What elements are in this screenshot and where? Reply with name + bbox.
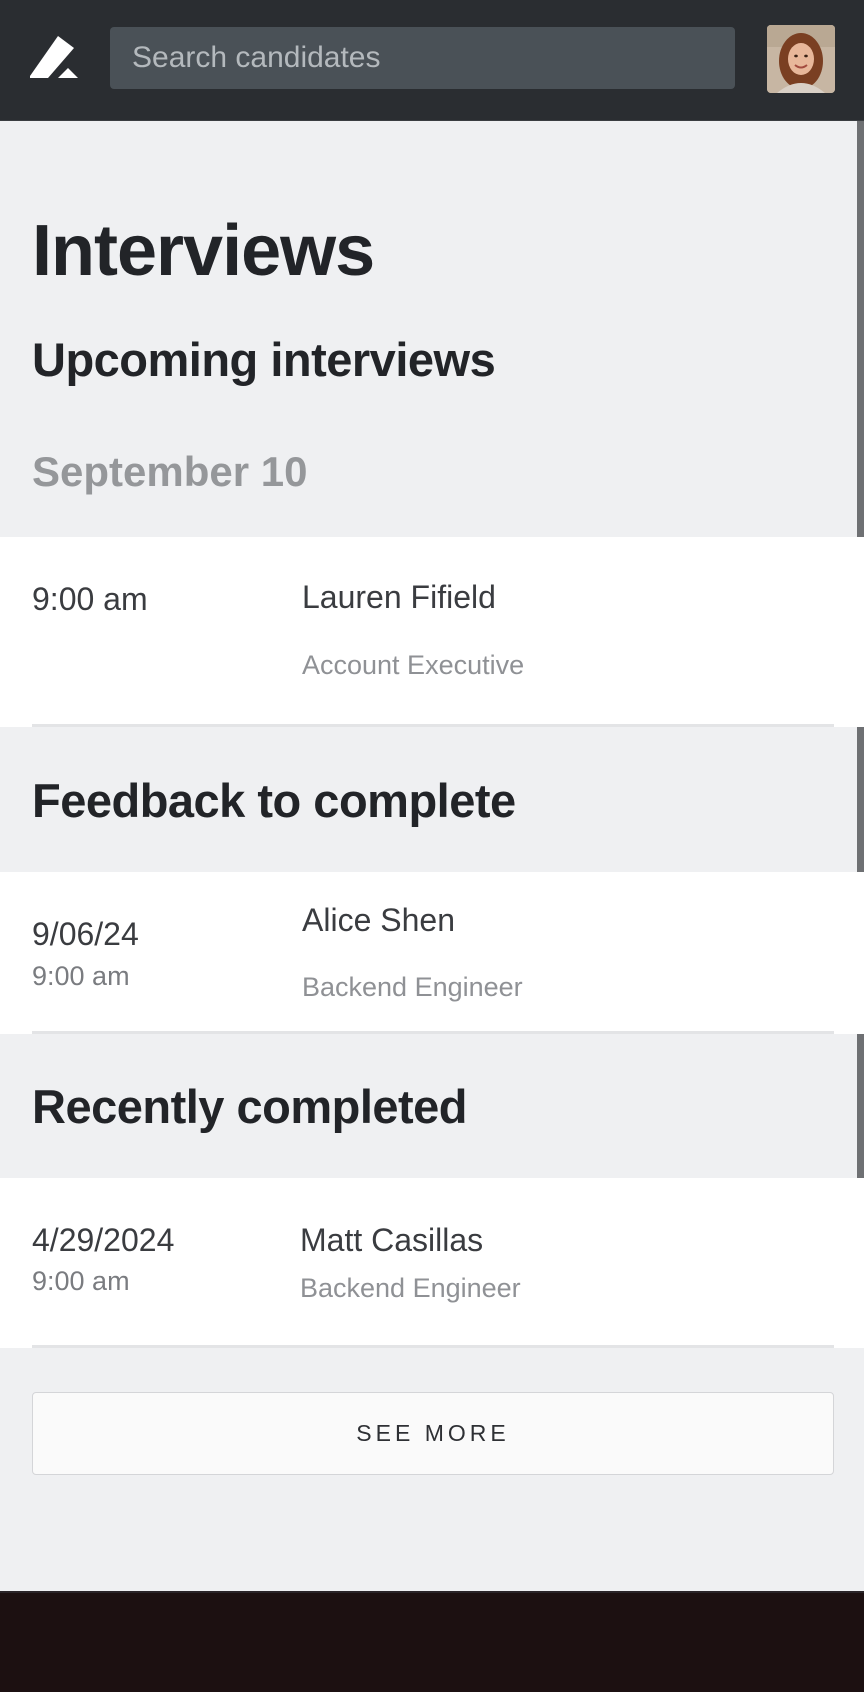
- row-divider: [32, 1345, 834, 1348]
- recently-completed-heading: Recently completed: [32, 1080, 468, 1133]
- date-group-heading: September 10: [32, 448, 308, 495]
- interview-row[interactable]: 9:00 am Lauren Fifield Account Executive: [0, 537, 864, 727]
- interview-date: 9/06/24: [32, 916, 139, 952]
- feedback-to-complete-heading: Feedback to complete: [32, 774, 516, 827]
- row-divider: [32, 724, 834, 727]
- pen-logo-icon[interactable]: [28, 32, 80, 84]
- completed-row[interactable]: 4/29/2024 9:00 am Matt Casillas Backend …: [0, 1178, 864, 1348]
- bottom-bar: [0, 1591, 864, 1692]
- candidate-role: Backend Engineer: [300, 1273, 521, 1303]
- candidate-role: Account Executive: [302, 650, 525, 680]
- candidate-role: Backend Engineer: [302, 972, 523, 1002]
- page-title: Interviews: [32, 211, 375, 291]
- feedback-row[interactable]: 9/06/24 9:00 am Alice Shen Backend Engin…: [0, 872, 864, 1034]
- candidate-name[interactable]: Alice Shen: [302, 902, 455, 939]
- interview-time: 9:00 am: [32, 1266, 130, 1296]
- row-divider: [32, 1031, 834, 1034]
- candidate-name[interactable]: Matt Casillas: [300, 1222, 483, 1259]
- top-navigation-bar: [0, 0, 864, 121]
- interview-time: 9:00 am: [32, 581, 148, 617]
- candidate-name[interactable]: Lauren Fifield: [302, 579, 496, 616]
- interview-time: 9:00 am: [32, 961, 130, 991]
- user-avatar[interactable]: [767, 25, 835, 93]
- interview-date: 4/29/2024: [32, 1222, 175, 1258]
- upcoming-interviews-heading: Upcoming interviews: [32, 333, 496, 386]
- see-more-button[interactable]: SEE MORE: [32, 1392, 834, 1475]
- search-input[interactable]: [110, 27, 735, 89]
